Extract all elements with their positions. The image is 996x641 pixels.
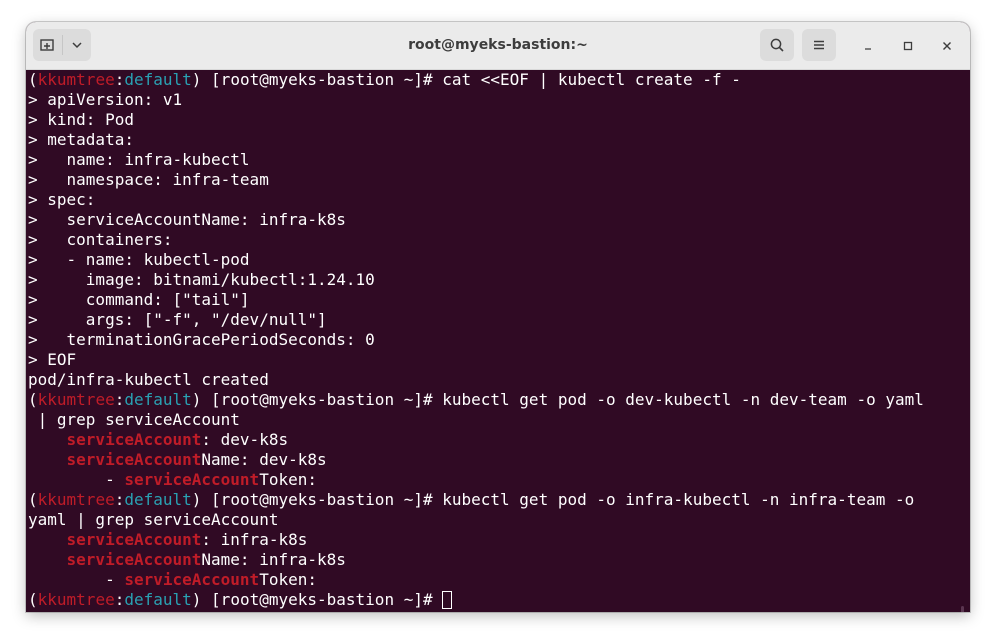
heredoc-line: > spec: bbox=[28, 190, 96, 209]
terminal-window: root@myeks-bastion:~ (kkumtree:default) … bbox=[26, 22, 970, 612]
terminal-line: (kkumtree:default) [root@myeks-bastion ~… bbox=[28, 390, 924, 409]
grep-match: serviceAccount bbox=[66, 530, 202, 549]
output-line: serviceAccount: dev-k8s bbox=[66, 430, 289, 449]
output-line: serviceAccount: infra-k8s bbox=[66, 530, 308, 549]
scrollbar[interactable] bbox=[961, 606, 964, 612]
output-line: - serviceAccountToken: bbox=[28, 570, 317, 589]
heredoc-line: > name: infra-kubectl bbox=[28, 150, 250, 169]
heredoc-line: > image: bitnami/kubectl:1.24.10 bbox=[28, 270, 375, 289]
close-button[interactable] bbox=[935, 34, 959, 58]
heredoc-line: > serviceAccountName: infra-k8s bbox=[28, 210, 346, 229]
command-wrap-line: yaml | grep serviceAccount bbox=[28, 510, 279, 529]
title-bar: root@myeks-bastion:~ bbox=[26, 22, 970, 70]
maximize-icon bbox=[903, 41, 913, 51]
heredoc-line: > containers: bbox=[28, 230, 173, 249]
menu-button[interactable] bbox=[802, 29, 836, 61]
heredoc-line: > apiVersion: v1 bbox=[28, 90, 183, 109]
minimize-icon bbox=[865, 48, 871, 50]
search-icon bbox=[770, 38, 784, 52]
heredoc-line: > kind: Pod bbox=[28, 110, 134, 129]
command-text: cat <<EOF | kubectl create -f - bbox=[442, 70, 741, 89]
command-text: kubectl get pod -o infra-kubectl -n infr… bbox=[442, 490, 915, 509]
heredoc-line: > EOF bbox=[28, 350, 77, 369]
chevron-down-icon bbox=[72, 42, 82, 49]
new-tab-icon bbox=[40, 39, 54, 51]
kube-namespace: default bbox=[124, 490, 192, 509]
new-tab-button[interactable] bbox=[33, 29, 62, 61]
kube-context: kkumtree bbox=[37, 490, 115, 509]
heredoc-line: > terminationGracePeriodSeconds: 0 bbox=[28, 330, 375, 349]
heredoc-line: > args: ["-f", "/dev/null"] bbox=[28, 310, 327, 329]
kube-namespace: default bbox=[124, 390, 192, 409]
kube-context: kkumtree bbox=[37, 70, 115, 89]
heredoc-line: > namespace: infra-team bbox=[28, 170, 269, 189]
kube-namespace: default bbox=[124, 70, 192, 89]
minimize-button[interactable] bbox=[856, 34, 880, 58]
terminal-line: (kkumtree:default) [root@myeks-bastion ~… bbox=[28, 590, 970, 610]
terminal-output[interactable]: (kkumtree:default) [root@myeks-bastion ~… bbox=[26, 70, 970, 612]
tab-dropdown-button[interactable] bbox=[63, 29, 92, 61]
grep-match: serviceAccount bbox=[66, 430, 202, 449]
close-icon bbox=[943, 42, 951, 50]
command-wrap-line: | grep serviceAccount bbox=[28, 410, 240, 429]
terminal-line: (kkumtree:default) [root@myeks-bastion ~… bbox=[28, 70, 741, 89]
output-line: - serviceAccountToken: bbox=[28, 470, 317, 489]
grep-match: serviceAccount bbox=[66, 450, 202, 469]
terminal-line: (kkumtree:default) [root@myeks-bastion ~… bbox=[28, 490, 915, 509]
output-line: pod/infra-kubectl created bbox=[28, 370, 269, 389]
kube-context: kkumtree bbox=[37, 590, 115, 609]
grep-match: serviceAccount bbox=[124, 570, 260, 589]
tab-controls bbox=[33, 29, 91, 61]
text-cursor[interactable] bbox=[442, 591, 453, 609]
grep-match: serviceAccount bbox=[124, 470, 260, 489]
grep-match: serviceAccount bbox=[66, 550, 202, 569]
search-button[interactable] bbox=[760, 29, 794, 61]
kube-context: kkumtree bbox=[37, 390, 115, 409]
output-line: serviceAccountName: infra-k8s bbox=[66, 550, 346, 569]
output-line: serviceAccountName: dev-k8s bbox=[66, 450, 327, 469]
heredoc-line: > command: ["tail"] bbox=[28, 290, 250, 309]
hamburger-menu-icon bbox=[814, 40, 824, 50]
kube-namespace: default bbox=[124, 590, 192, 609]
heredoc-line: > - name: kubectl-pod bbox=[28, 250, 250, 269]
maximize-button[interactable] bbox=[896, 34, 920, 58]
heredoc-line: > metadata: bbox=[28, 130, 134, 149]
command-text: kubectl get pod -o dev-kubectl -n dev-te… bbox=[442, 390, 924, 409]
